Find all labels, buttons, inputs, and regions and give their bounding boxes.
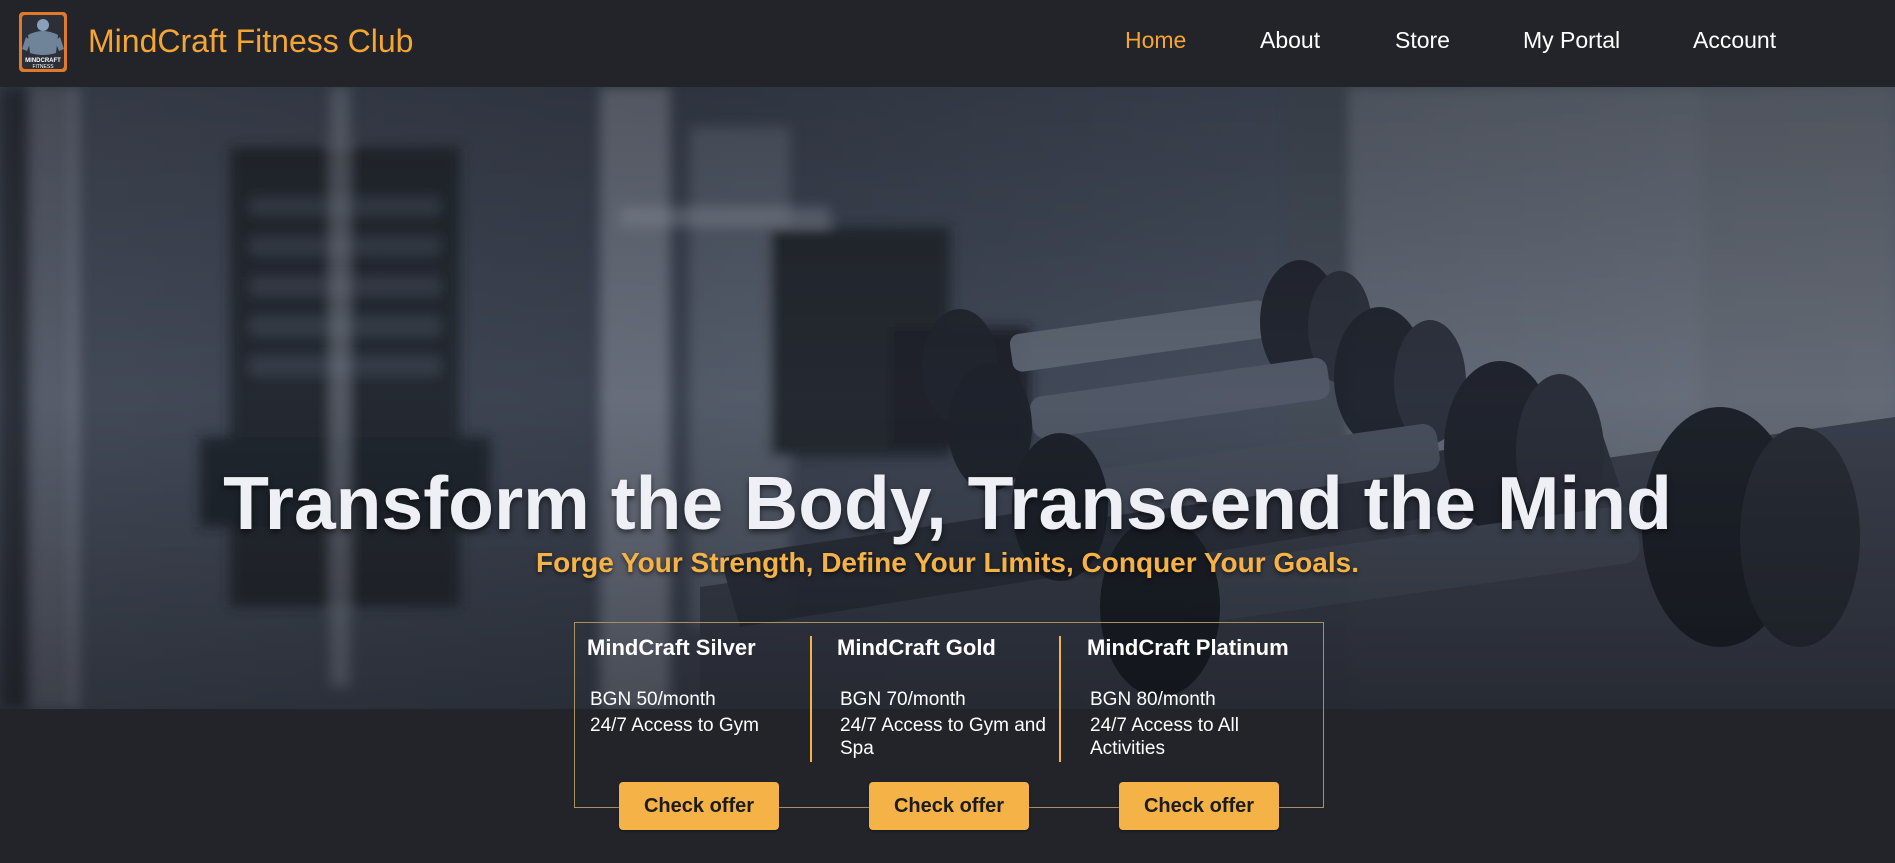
brand-logo-icon[interactable]: MINDCRAFT FITNESS [18,11,68,73]
offer-divider [1059,636,1061,762]
nav-my-portal-link[interactable]: My Portal [1523,25,1620,55]
offer-price: BGN 80/month [1090,689,1216,710]
offer-price: BGN 50/month [590,689,716,710]
nav-account-link[interactable]: Account [1693,25,1776,55]
top-navbar: MINDCRAFT FITNESS MindCraft Fitness Club… [0,0,1895,87]
offer-description: 24/7 Access to Gym and Spa [840,715,1046,759]
check-offer-gold-button[interactable]: Check offer [869,782,1029,830]
nav-home-link[interactable]: Home [1125,25,1186,55]
offer-price: BGN 70/month [840,689,966,710]
hero-subtitle: Forge Your Strength, Define Your Limits,… [536,547,1359,578]
offer-title: MindCraft Silver [587,635,756,660]
check-offer-silver-button[interactable]: Check offer [619,782,779,830]
hero-title: Transform the Body, Transcend the Mind [223,461,1672,545]
nav-about-link[interactable]: About [1260,25,1320,55]
svg-text:FITNESS: FITNESS [32,64,54,70]
offer-description: 24/7 Access to Gym [590,715,759,736]
offer-divider [810,636,812,762]
offer-title: MindCraft Platinum [1087,635,1289,660]
check-offer-platinum-button[interactable]: Check offer [1119,782,1279,830]
gym-dumbbells-background-image [0,87,1895,709]
nav-store-link[interactable]: Store [1395,25,1450,55]
offer-description: 24/7 Access to All Activities [1090,715,1239,759]
hero-banner: Transform the Body, Transcend the Mind F… [0,87,1895,709]
brand-name[interactable]: MindCraft Fitness Club [88,20,413,62]
offer-title: MindCraft Gold [837,635,996,660]
